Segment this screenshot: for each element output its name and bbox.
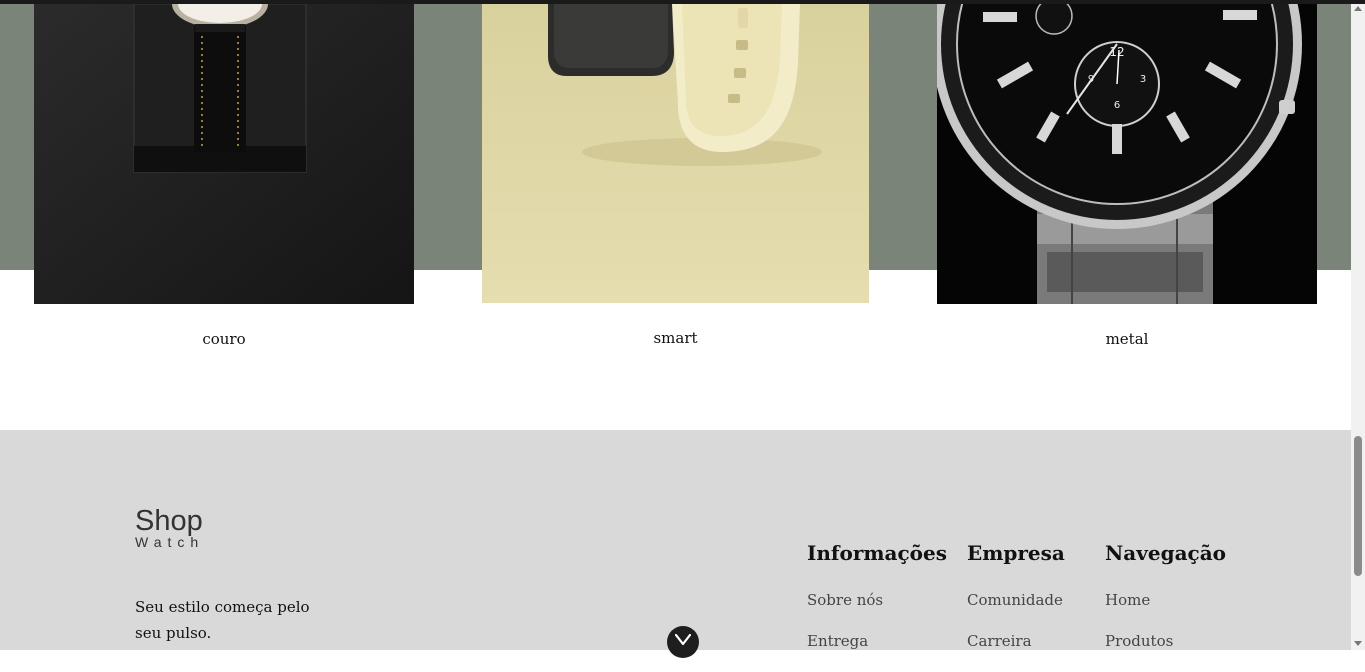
footer-link-home[interactable]: Home <box>1105 590 1226 610</box>
page-scrollbar[interactable] <box>1351 4 1365 650</box>
footer-link-comunidade[interactable]: Comunidade <box>967 590 1065 610</box>
logo-text-shop: Shop <box>135 505 203 537</box>
category-card-couro[interactable] <box>34 4 414 304</box>
footer-column-title: Informações <box>807 541 947 565</box>
scrollbar-thumb[interactable] <box>1354 436 1362 576</box>
footer-link-produtos[interactable]: Produtos <box>1105 631 1226 651</box>
logo-text-watch: Watch <box>135 534 205 550</box>
category-card-metal[interactable]: 12 6 9 3 <box>937 4 1317 304</box>
category-label-couro[interactable]: couro <box>34 330 414 348</box>
chevron-down-icon <box>675 634 691 646</box>
footer-tagline: Seu estilo começa pelo seu pulso. <box>135 598 310 642</box>
footer-column-navegacao: Navegação Home Produtos <box>1105 538 1226 672</box>
footer-column-empresa: Empresa Comunidade Carreira <box>967 538 1065 672</box>
site-footer: Shop Watch Seu estilo começa pelo seu pu… <box>0 430 1351 650</box>
scroll-up-arrow-icon[interactable] <box>1354 4 1362 14</box>
category-label-smart[interactable]: smart <box>482 329 869 347</box>
footer-link-carreira[interactable]: Carreira <box>967 631 1065 651</box>
scroll-down-arrow-icon[interactable] <box>1354 638 1362 648</box>
smart-watch-image <box>482 4 869 303</box>
footer-column-title: Empresa <box>967 541 1065 565</box>
category-card-smart[interactable] <box>482 4 869 303</box>
svg-text:3: 3 <box>1140 74 1146 85</box>
category-label-metal[interactable]: metal <box>937 330 1317 348</box>
footer-link-sobre-nos[interactable]: Sobre nós <box>807 590 947 610</box>
leather-watch-image <box>34 4 414 304</box>
footer-column-informacoes: Informações Sobre nós Entrega <box>807 538 947 672</box>
footer-logo[interactable]: Shop Watch <box>135 506 204 549</box>
footer-column-title: Navegação <box>1105 541 1227 565</box>
scroll-down-button[interactable] <box>667 626 699 658</box>
metal-watch-image: 12 6 9 3 <box>937 4 1317 304</box>
footer-link-entrega[interactable]: Entrega <box>807 631 947 651</box>
svg-text:6: 6 <box>1114 100 1120 111</box>
